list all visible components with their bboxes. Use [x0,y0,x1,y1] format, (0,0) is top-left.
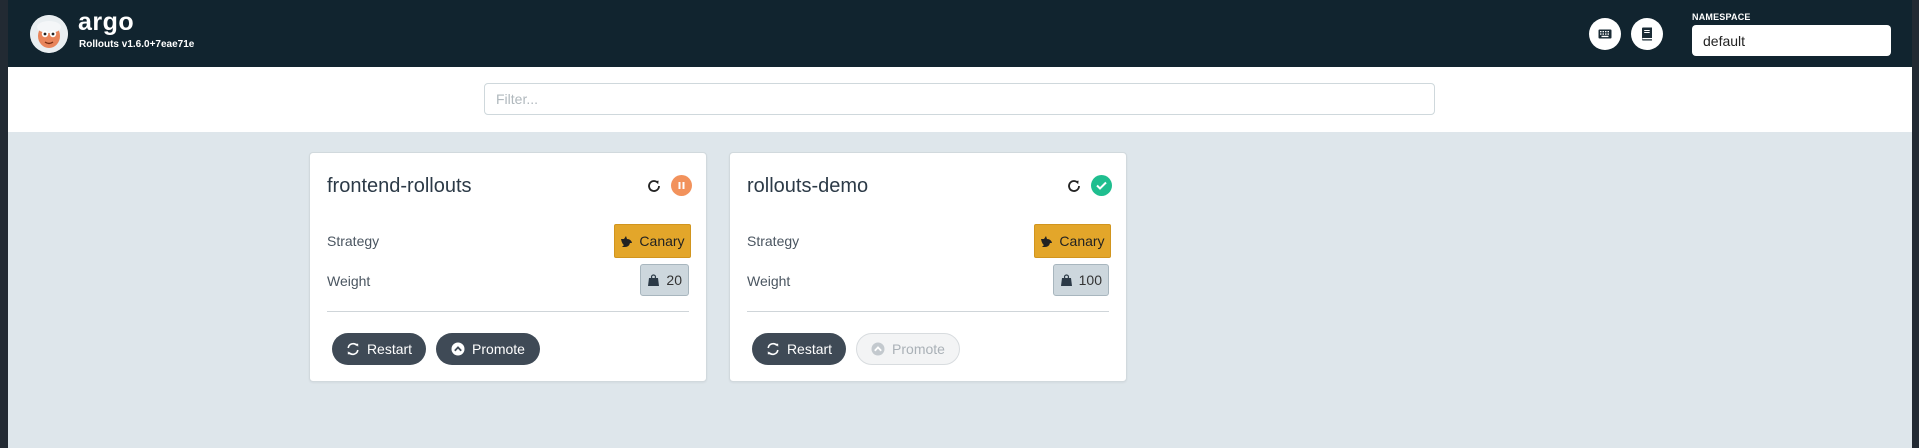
brand-name: argo [78,8,135,36]
restart-icon [347,342,359,356]
argo-logo [30,15,68,53]
restart-button[interactable]: Restart [752,333,846,365]
namespace-input[interactable] [1692,25,1891,56]
rollout-card[interactable]: frontend-rollouts Strategy Canary Weight… [309,152,707,382]
strategy-value: Canary [639,233,685,249]
canary-bird-icon [1041,235,1053,247]
card-divider [327,311,689,312]
weight-value: 100 [1078,272,1102,288]
book-icon [1642,27,1652,41]
promote-icon [451,342,465,356]
strategy-badge: Canary [1034,224,1111,258]
weight-icon [1060,273,1072,286]
weight-label: Weight [327,273,371,289]
refresh-icon[interactable] [646,178,662,194]
canary-bird-icon [621,235,633,247]
promote-button[interactable]: Promote [436,333,540,365]
weight-badge: 20 [640,264,689,296]
filter-bar [8,67,1912,132]
strategy-label: Strategy [747,233,800,249]
refresh-icon[interactable] [1066,178,1082,194]
rollout-card[interactable]: rollouts-demo Strategy Canary Weight 100… [729,152,1127,382]
restart-label: Restart [366,341,413,357]
documentation-button[interactable] [1631,18,1663,50]
strategy-badge: Canary [614,224,691,258]
brand-version: Rollouts v1.6.0+7eae71e [79,39,195,50]
restart-button[interactable]: Restart [332,333,426,365]
restart-icon [767,342,779,356]
healthy-status-icon [1091,175,1112,196]
promote-label: Promote [472,341,525,357]
promote-icon [871,342,885,356]
weight-value: 20 [666,272,682,288]
weight-icon [648,273,660,286]
restart-label: Restart [786,341,833,357]
keyboard-icon [1598,29,1612,39]
keyboard-shortcuts-button[interactable] [1589,18,1621,50]
rollout-name: rollouts-demo [747,175,869,197]
promote-label: Promote [892,341,945,357]
weight-label: Weight [747,273,791,289]
filter-input[interactable] [484,83,1435,115]
card-divider [747,311,1109,312]
paused-status-icon [671,175,692,196]
strategy-label: Strategy [327,233,380,249]
top-bar: argo Rollouts v1.6.0+7eae71e NAMESPACE [8,0,1912,67]
rollout-name: frontend-rollouts [327,175,472,197]
namespace-label: NAMESPACE [1692,12,1751,22]
strategy-value: Canary [1059,233,1105,249]
promote-button: Promote [856,333,960,365]
weight-badge: 100 [1052,264,1109,296]
